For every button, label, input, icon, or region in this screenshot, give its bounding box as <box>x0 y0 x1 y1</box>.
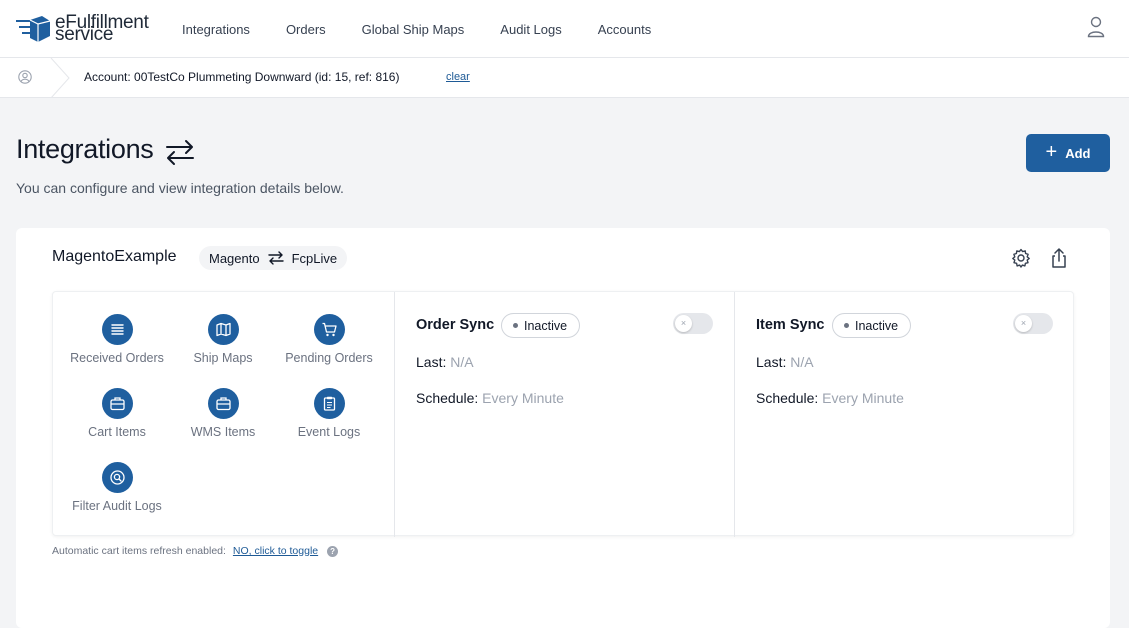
order-sync-title: Order Sync <box>416 317 495 333</box>
item-sync-schedule: Schedule: Every Minute <box>756 390 904 406</box>
nav-item-audit-logs[interactable]: Audit Logs <box>482 22 579 37</box>
nav-item-orders[interactable]: Orders <box>268 22 344 37</box>
integration-route-badge: Magento FcpLive <box>199 246 348 270</box>
briefcase-icon <box>207 388 239 419</box>
last-label: Last: <box>756 354 787 370</box>
quick-action-pending-orders[interactable]: Pending Orders <box>276 314 382 365</box>
add-button-label: Add <box>1065 145 1091 161</box>
order-sync-schedule: Schedule: Every Minute <box>416 390 564 406</box>
integration-name: MagentoExample <box>52 248 177 265</box>
user-profile-icon[interactable] <box>1087 16 1105 38</box>
status-badge: Inactive <box>501 313 581 338</box>
logo-box-icon <box>16 16 51 42</box>
quick-action-label: Filter Audit Logs <box>72 499 162 513</box>
integration-source: Magento <box>209 250 260 266</box>
cart-icon <box>313 314 345 345</box>
schedule-label: Schedule: <box>756 390 819 406</box>
quick-action-cart-items[interactable]: Cart Items <box>64 388 170 439</box>
cart-refresh-note: Automatic cart items refresh enabled: NO… <box>52 545 339 557</box>
main-nav: Integrations Orders Global Ship Maps Aud… <box>164 0 669 58</box>
last-value: N/A <box>450 354 474 370</box>
help-icon[interactable]: ? <box>327 545 339 557</box>
item-sync-last: Last: N/A <box>756 354 814 370</box>
status-dot-icon <box>513 323 518 328</box>
quick-action-label: WMS Items <box>190 425 256 439</box>
schedule-value: Every Minute <box>482 390 564 406</box>
settings-gear-icon[interactable] <box>1011 248 1031 268</box>
arrows-exchange-icon <box>267 251 284 265</box>
quick-action-wms-items[interactable]: WMS Items <box>170 388 276 439</box>
schedule-label: Schedule: <box>416 390 479 406</box>
page-title: Integrations <box>16 134 154 164</box>
quick-action-label: Cart Items <box>88 425 146 439</box>
page-subtitle: You can configure and view integration d… <box>16 180 344 196</box>
quick-action-event-logs[interactable]: Event Logs <box>276 388 382 439</box>
integration-card: MagentoExample Magento FcpLive Received … <box>16 228 1110 628</box>
schedule-value: Every Minute <box>822 390 904 406</box>
toggle-off-icon: × <box>1015 315 1032 332</box>
item-sync-title: Item Sync <box>756 317 825 333</box>
last-value: N/A <box>790 354 814 370</box>
order-sync-section: Order Sync Inactive × Last: N/A Schedule… <box>395 292 734 537</box>
status-badge-label: Inactive <box>855 318 899 333</box>
last-label: Last: <box>416 354 447 370</box>
top-navbar: eFulfillment service Integrations Orders… <box>0 0 1129 58</box>
nav-item-global-ship-maps[interactable]: Global Ship Maps <box>344 22 483 37</box>
cart-refresh-toggle-link[interactable]: NO, click to toggle <box>233 545 318 557</box>
nav-item-integrations[interactable]: Integrations <box>164 22 268 37</box>
account-circle-icon <box>18 70 32 84</box>
clear-account-link[interactable]: clear <box>446 71 470 83</box>
status-badge-label: Inactive <box>524 318 568 333</box>
breadcrumb-chevron-icon <box>50 58 70 98</box>
toggle-off-icon: × <box>675 315 692 332</box>
order-sync-last: Last: N/A <box>416 354 474 370</box>
order-sync-toggle[interactable]: × <box>673 313 713 334</box>
item-sync-toggle[interactable]: × <box>1013 313 1053 334</box>
map-icon <box>207 314 239 345</box>
nav-item-accounts[interactable]: Accounts <box>580 22 669 37</box>
quick-action-label: Ship Maps <box>193 351 253 365</box>
account-bar: Account: 00TestCo Plummeting Downward (i… <box>0 58 1129 98</box>
quick-action-label: Pending Orders <box>285 351 373 365</box>
add-integration-button[interactable]: + Add <box>1026 134 1110 172</box>
export-share-icon[interactable] <box>1050 247 1068 269</box>
arrows-exchange-icon <box>166 140 194 165</box>
status-dot-icon <box>844 323 849 328</box>
quick-actions-grid: Received Orders Ship Maps Pending Orders… <box>53 292 394 537</box>
account-label: Account: 00TestCo Plummeting Downward (i… <box>84 70 400 84</box>
search-icon <box>101 462 133 493</box>
cart-refresh-label: Automatic cart items refresh enabled: <box>52 545 226 557</box>
quick-action-ship-maps[interactable]: Ship Maps <box>170 314 276 365</box>
quick-action-label: Received Orders <box>70 351 164 365</box>
logo-wordmark: eFulfillment service <box>55 13 149 44</box>
plus-icon: + <box>1045 141 1058 163</box>
quick-action-filter-audit-logs[interactable]: Filter Audit Logs <box>64 462 170 513</box>
integration-panel: Received Orders Ship Maps Pending Orders… <box>52 291 1075 537</box>
quick-action-label: Event Logs <box>297 425 361 439</box>
quick-action-received-orders[interactable]: Received Orders <box>64 314 170 365</box>
list-icon <box>101 314 133 345</box>
status-badge: Inactive <box>832 313 912 338</box>
brand-logo[interactable]: eFulfillment service <box>16 13 158 44</box>
briefcase-icon <box>101 388 133 419</box>
item-sync-section: Item Sync Inactive × Last: N/A Schedule:… <box>735 292 1075 537</box>
clipboard-icon <box>313 388 345 419</box>
integration-target: FcpLive <box>291 250 338 266</box>
